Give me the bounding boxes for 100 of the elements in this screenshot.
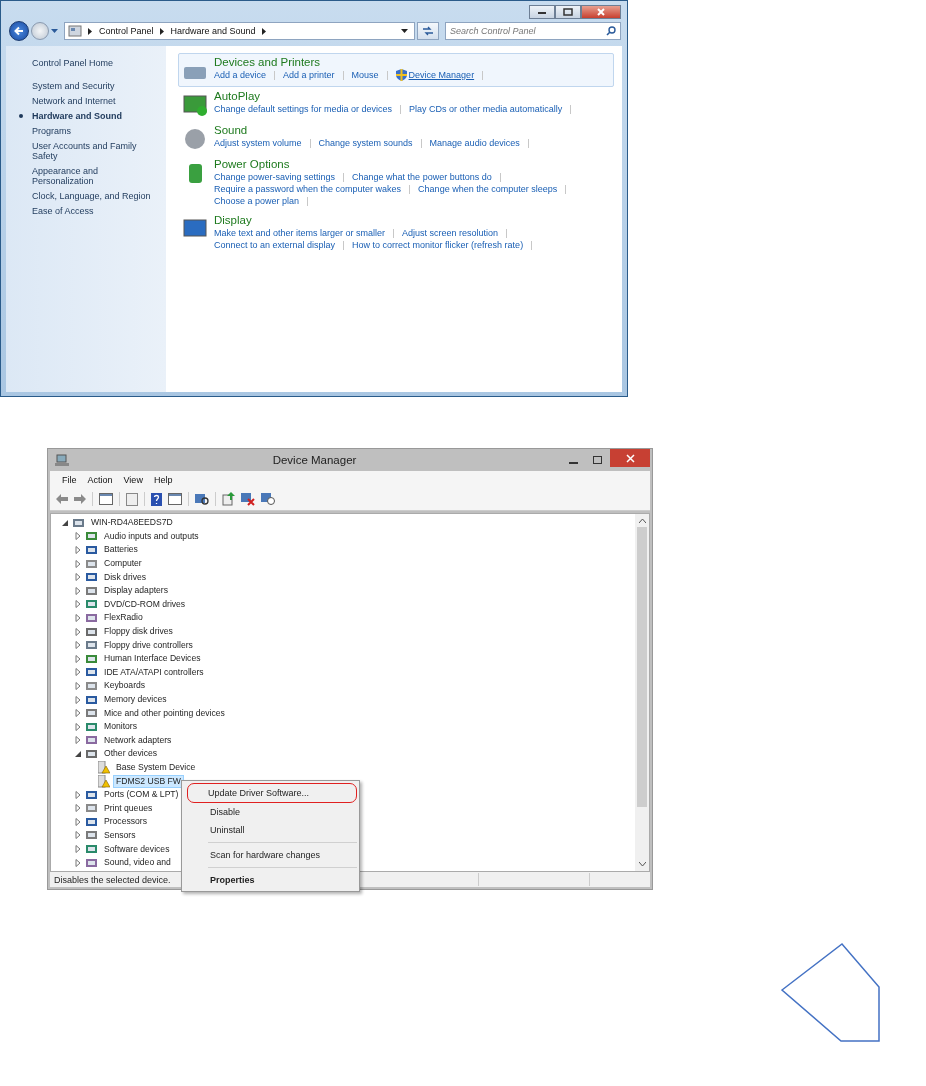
breadcrumb[interactable]: Control Panel <box>99 26 154 36</box>
link[interactable]: Choose a power plan <box>214 195 300 207</box>
dropdown-icon[interactable] <box>401 28 408 34</box>
expand-icon[interactable] <box>74 681 82 690</box>
link[interactable]: Adjust screen resolution <box>402 227 499 239</box>
tree-item[interactable]: Memory devices <box>101 693 170 706</box>
link[interactable]: Manage audio devices <box>429 137 520 149</box>
update-icon[interactable] <box>222 492 235 506</box>
tree-item[interactable]: Disk drives <box>101 570 150 584</box>
tree-item[interactable]: Keyboards <box>101 679 149 693</box>
menu-item[interactable]: Uninstall <box>184 821 357 839</box>
expand-icon[interactable] <box>74 586 82 595</box>
sidebar-link[interactable]: Control Panel Home <box>32 58 158 68</box>
close-button[interactable] <box>581 5 621 19</box>
expand-icon[interactable] <box>74 695 82 704</box>
sidebar-link[interactable]: System and Security <box>32 81 158 91</box>
back-button[interactable] <box>9 21 29 41</box>
expand-icon[interactable] <box>74 804 82 813</box>
tree-item[interactable]: FlexRadio <box>101 611 146 625</box>
link[interactable]: Make text and other items larger or smaller <box>214 227 386 239</box>
search-field[interactable]: Search Control Panel <box>445 22 621 40</box>
tree-item[interactable]: Sound, video and <box>101 856 174 870</box>
link[interactable]: Play CDs or other media automatically <box>409 103 563 115</box>
close-button[interactable] <box>610 449 650 467</box>
expand-icon[interactable] <box>74 627 82 636</box>
category-title[interactable]: Power Options <box>214 158 575 171</box>
menu-item[interactable]: Action <box>87 474 113 485</box>
tree-item[interactable]: Computer <box>101 557 145 571</box>
forward-arrow-icon[interactable] <box>74 494 86 504</box>
collapse-icon[interactable] <box>61 518 69 527</box>
sidebar-link[interactable]: Network and Internet <box>32 96 158 106</box>
category-title[interactable]: AutoPlay <box>214 90 580 103</box>
expand-icon[interactable] <box>74 613 82 622</box>
sidebar-link[interactable]: Appearance and Personalization <box>32 166 158 186</box>
tree-item[interactable]: Mice and other pointing devices <box>101 706 228 720</box>
tree-item[interactable]: Network adapters <box>101 733 175 747</box>
tree-item[interactable]: Processors <box>101 815 150 829</box>
expand-icon[interactable] <box>74 845 82 854</box>
expand-icon[interactable] <box>74 532 82 541</box>
link[interactable]: Add a device <box>214 69 267 81</box>
link[interactable]: Change power-saving settings <box>214 171 336 183</box>
sidebar-link[interactable]: Hardware and Sound <box>19 111 158 121</box>
menu-item[interactable]: Properties <box>184 871 357 889</box>
scroll-down-icon[interactable] <box>638 862 646 867</box>
scan-icon[interactable] <box>195 492 209 506</box>
tree-item[interactable]: Floppy drive controllers <box>101 638 196 652</box>
category-title[interactable]: Devices and Printers <box>214 56 492 69</box>
link[interactable]: Add a printer <box>283 69 335 81</box>
menu-item[interactable]: Disable <box>184 803 357 821</box>
expand-icon[interactable] <box>74 654 82 663</box>
sidebar-link[interactable]: Clock, Language, and Region <box>32 191 158 201</box>
link[interactable]: Adjust system volume <box>214 137 302 149</box>
document-icon[interactable] <box>126 492 138 506</box>
link[interactable]: Change system sounds <box>318 137 413 149</box>
expand-icon[interactable] <box>74 736 82 745</box>
menu-item[interactable]: File <box>62 474 77 485</box>
tree-item[interactable]: IDE ATA/ATAPI controllers <box>101 665 207 679</box>
tree-item[interactable]: DVD/CD-ROM drives <box>101 597 189 611</box>
refresh-button[interactable] <box>417 22 439 40</box>
link[interactable]: How to correct monitor flicker (refresh rate) <box>352 239 524 251</box>
tree-item[interactable]: Human Interface Devices <box>101 652 204 666</box>
collapse-icon[interactable] <box>74 749 82 758</box>
expand-icon[interactable] <box>74 668 82 677</box>
rollback-icon[interactable] <box>261 492 275 506</box>
tree-item[interactable]: Software devices <box>101 842 173 856</box>
minimize-button[interactable] <box>529 5 555 19</box>
address-bar[interactable]: Control Panel Hardware and Sound <box>64 22 415 40</box>
tree-item[interactable]: Display adapters <box>101 584 171 598</box>
expand-icon[interactable] <box>74 709 82 718</box>
tree-item[interactable]: Monitors <box>101 720 140 734</box>
tree-item[interactable]: FDMS2 USB FW <box>113 774 184 788</box>
menu-item[interactable]: Scan for hardware changes <box>184 846 357 864</box>
tree-item[interactable]: Sensors <box>101 828 139 842</box>
link[interactable]: Change what the power buttons do <box>352 171 492 183</box>
scrollbar-thumb[interactable] <box>637 527 647 807</box>
link[interactable]: Require a password when the computer wakes <box>214 183 402 195</box>
expand-icon[interactable] <box>74 817 82 826</box>
expand-icon[interactable] <box>74 573 82 582</box>
sidebar-link[interactable]: Programs <box>32 126 158 136</box>
sidebar-link[interactable]: Ease of Access <box>32 206 158 216</box>
properties-icon[interactable] <box>99 493 113 505</box>
sidebar-link[interactable]: User Accounts and Family Safety <box>32 141 158 161</box>
category-title[interactable]: Sound <box>214 124 537 137</box>
expand-icon[interactable] <box>74 831 82 840</box>
expand-icon[interactable] <box>74 600 82 609</box>
expand-icon[interactable] <box>74 722 82 731</box>
link[interactable]: Connect to an external display <box>214 239 336 251</box>
back-arrow-icon[interactable] <box>56 494 68 504</box>
tree-item[interactable]: Other devices <box>101 747 161 761</box>
link[interactable]: Change default settings for media or devices <box>214 103 393 115</box>
link[interactable]: Change when the computer sleeps <box>418 183 558 195</box>
expand-icon[interactable] <box>74 858 82 867</box>
menu-item[interactable]: Update Driver Software... <box>188 784 356 802</box>
category-title[interactable]: Display <box>214 214 541 227</box>
expand-icon[interactable] <box>74 790 82 799</box>
tree-item[interactable]: WIN-RD4A8EEDS7D <box>88 516 176 530</box>
window-icon[interactable] <box>168 493 182 505</box>
menu-item[interactable]: View <box>123 474 143 485</box>
tree-item[interactable]: Print queues <box>101 801 156 815</box>
tree-item[interactable]: Base System Device <box>113 761 199 774</box>
